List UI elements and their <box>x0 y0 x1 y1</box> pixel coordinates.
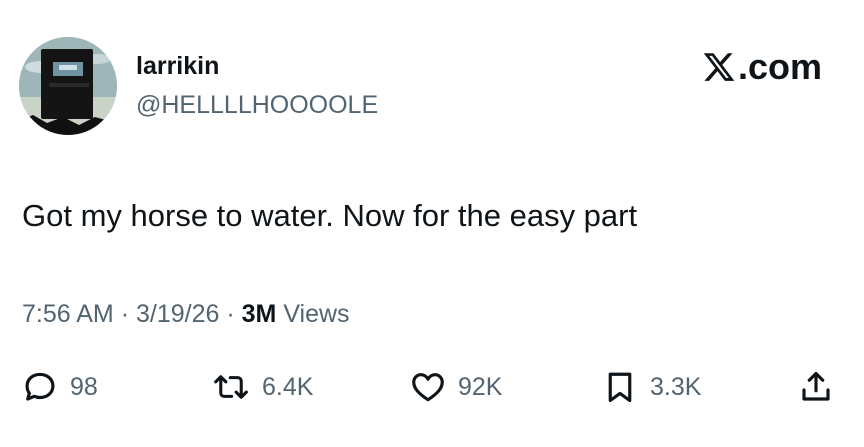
avatar-image <box>19 37 117 135</box>
reply-count: 98 <box>70 372 98 401</box>
like-count: 92K <box>458 372 503 401</box>
repost-icon <box>214 375 248 399</box>
like-button[interactable]: 92K <box>410 367 502 407</box>
brand-watermark: .com <box>701 46 822 88</box>
reply-button[interactable]: 98 <box>22 367 98 407</box>
brand-label: .com <box>737 46 822 87</box>
tweet-meta: 7:56 AM · 3/19/26 · 3M Views <box>22 298 350 330</box>
share-button[interactable] <box>798 367 834 407</box>
tweet-time[interactable]: 7:56 AM <box>22 300 114 328</box>
author-display-name[interactable]: larrikin <box>136 51 219 81</box>
meta-separator: · <box>120 300 130 328</box>
views-count: 3M <box>241 300 277 328</box>
avatar[interactable] <box>19 37 117 135</box>
tweet-text: Got my horse to water. Now for the easy … <box>22 198 638 233</box>
x-logo-icon <box>703 53 735 81</box>
bookmark-count: 3.3K <box>650 372 702 401</box>
share-icon <box>802 371 830 401</box>
repost-count: 6.4K <box>262 372 314 401</box>
reply-bubble-icon <box>25 372 55 401</box>
tweet-date[interactable]: 3/19/26 <box>136 300 219 328</box>
heart-icon <box>412 373 444 402</box>
bookmark-icon <box>608 372 632 403</box>
meta-separator: · <box>226 300 235 328</box>
repost-button[interactable]: 6.4K <box>212 367 313 407</box>
views-label: Views <box>283 300 350 328</box>
bookmark-button[interactable]: 3.3K <box>602 367 701 407</box>
tweet-actions: 98 6.4K 92K 3.3K <box>22 367 837 407</box>
author-handle[interactable]: @HELLLLHOOOOLE <box>136 90 378 120</box>
